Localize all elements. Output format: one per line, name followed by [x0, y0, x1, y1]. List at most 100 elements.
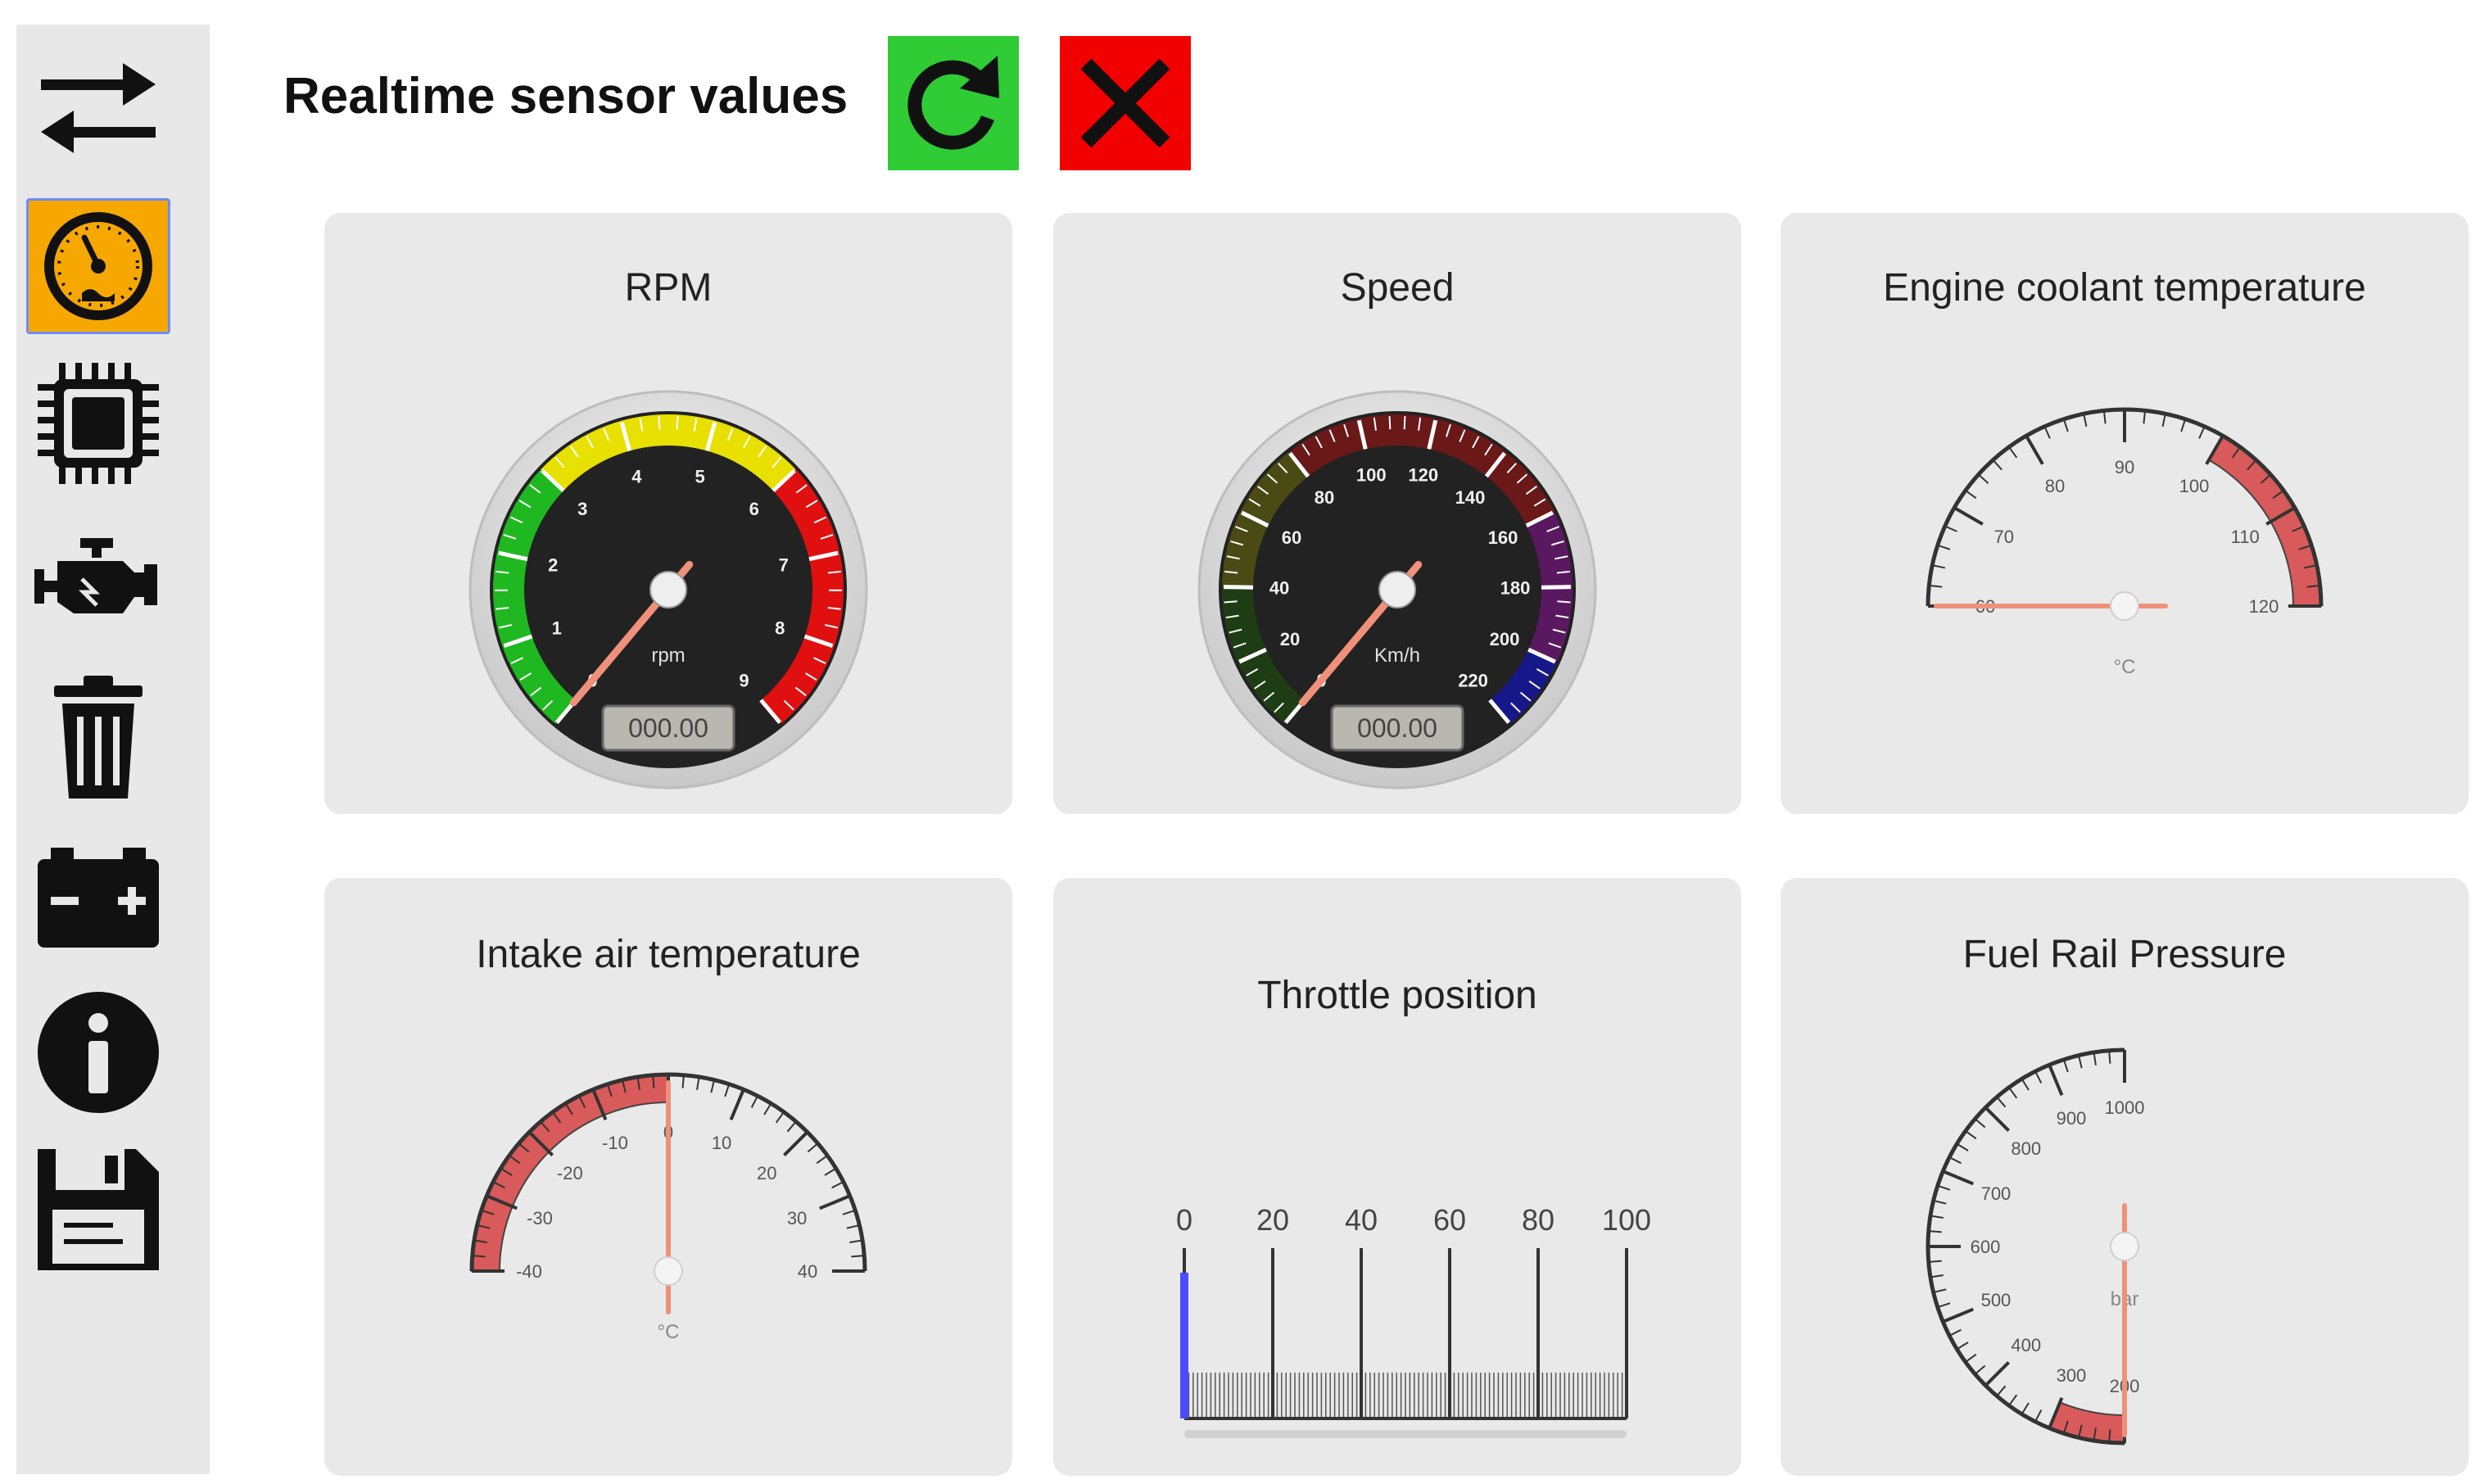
fuel-tick-label: 1000: [2105, 1097, 2145, 1118]
fuel-minor-tick: [1928, 1230, 1942, 1233]
coolant-minor-tick: [2161, 414, 2166, 428]
nav-item-transfer[interactable]: [26, 41, 170, 177]
rpm-gauge: 0123456789rpm000.00: [468, 390, 868, 790]
nav-item-dashboard[interactable]: [26, 198, 170, 334]
fuel-needle-cap: [2110, 1232, 2139, 1261]
fuel-tick-label: 500: [1981, 1290, 2012, 1310]
coolant-minor-tick: [1929, 584, 1943, 588]
coolant-major-tick: [1953, 506, 1984, 526]
rpm-tick-label: 5: [695, 466, 704, 486]
coolant-minor-tick: [2083, 414, 2088, 428]
speed-tick-label: 40: [1269, 578, 1289, 599]
coolant-minor-tick: [2180, 419, 2187, 432]
speed-minor-tick: [1388, 416, 1392, 430]
fuel-minor-tick: [2034, 1070, 2043, 1084]
coolant-minor-tick: [2062, 419, 2069, 432]
fuel-minor-tick: [1965, 1353, 1977, 1363]
fuel-minor-tick: [2093, 1052, 2097, 1065]
rpm-tick-label: 1: [552, 618, 562, 639]
fuel-tick-label: 700: [1981, 1183, 2012, 1204]
rpm-panel: RPM 0123456789rpm000.00: [324, 213, 1012, 814]
fuel-minor-tick: [1930, 1274, 1944, 1278]
refresh-button[interactable]: [888, 36, 1019, 170]
speed-major-tick: [1541, 585, 1572, 590]
coolant-needle-cap: [2110, 591, 2139, 621]
nav-item-save[interactable]: [26, 1142, 170, 1278]
speed-minor-tick: [1224, 600, 1238, 604]
rpm-needle-cap: [649, 571, 687, 609]
intake-tick-label: -30: [527, 1208, 553, 1228]
fuel-minor-tick: [1956, 1142, 1969, 1151]
coolant-tick-label: 70: [1994, 527, 2014, 547]
intake-minor-tick: [786, 1120, 797, 1133]
coolant-minor-tick: [1937, 544, 1951, 550]
sidebar: [16, 25, 210, 1474]
intake-tick-label: -20: [557, 1163, 583, 1183]
intake-tick-label: 40: [798, 1261, 817, 1282]
fuel-minor-tick: [1948, 1328, 1962, 1337]
intake-minor-tick: [807, 1142, 819, 1153]
speed-panel: Speed 020406080100120140160180200220Km/h…: [1053, 213, 1741, 814]
nav-item-battery[interactable]: [26, 827, 170, 963]
intake-minor-tick: [724, 1084, 731, 1097]
fuel-minor-tick: [1996, 1096, 2007, 1108]
fuel-minor-tick: [1937, 1184, 1951, 1191]
fuel-minor-tick: [2062, 1059, 2069, 1073]
close-icon: [1080, 58, 1170, 148]
engine-icon: [34, 538, 157, 613]
fuel-major-tick: [1984, 1361, 2010, 1387]
intake-minor-tick: [681, 1075, 685, 1088]
fuel-minor-tick: [2008, 1087, 2018, 1099]
fuel-tick-label: 600: [1971, 1237, 2001, 1257]
intake-tick-label: -10: [602, 1133, 628, 1153]
nav-item-delete[interactable]: [26, 670, 170, 806]
chip-icon: [38, 363, 159, 484]
fuel-minor-tick: [1937, 1302, 1951, 1309]
nav-item-engine[interactable]: [26, 513, 170, 649]
intake-minor-tick: [849, 1239, 863, 1243]
speed-tick-label: 20: [1280, 629, 1300, 649]
fuel-minor-tick: [1933, 1200, 1947, 1205]
coolant-major-tick: [2025, 435, 2044, 465]
transfer-icon: [41, 63, 156, 153]
coolant-tick-label: 80: [2045, 476, 2065, 496]
rpm-lcd-value: 000.00: [628, 713, 708, 743]
speed-gauge: 020406080100120140160180200220Km/h000.00: [1197, 390, 1597, 790]
fuel-minor-tick: [2108, 1050, 2111, 1064]
speed-tick-label: 180: [1500, 578, 1531, 599]
fuel-minor-tick: [1965, 1130, 1977, 1140]
coolant-minor-tick: [1944, 525, 1957, 532]
intake-major-tick: [729, 1088, 745, 1120]
coolant-minor-tick: [2008, 446, 2018, 459]
intake-tick-label: 20: [757, 1163, 776, 1183]
intake-minor-tick: [824, 1167, 837, 1176]
coolant-minor-tick: [1977, 473, 1989, 484]
fuel-rail-panel: Fuel Rail Pressure 200300400500600700800…: [1781, 878, 2469, 1476]
fuel-minor-tick: [2078, 1055, 2083, 1069]
coolant-minor-tick: [2102, 410, 2107, 424]
rpm-tick-label: 8: [775, 618, 785, 639]
nav-item-chip[interactable]: [26, 355, 170, 491]
rpm-tick-label: 9: [739, 670, 749, 690]
rpm-unit-label: rpm: [651, 645, 685, 667]
intake-minor-tick: [831, 1181, 844, 1189]
rpm-tick-label: 2: [548, 555, 558, 576]
close-button[interactable]: [1060, 36, 1191, 170]
fuel-major-tick: [1942, 1307, 1974, 1323]
intake-minor-tick: [842, 1209, 856, 1215]
fuel-minor-tick: [1996, 1385, 2007, 1397]
speed-needle-cap: [1378, 571, 1416, 609]
rpm-tick-label: 3: [577, 499, 587, 519]
fuel-minor-tick: [1930, 1215, 1944, 1219]
coolant-tick-label: 110: [2231, 527, 2260, 547]
fuel-minor-tick: [1928, 1260, 1942, 1263]
fuel-minor-tick: [2034, 1409, 2043, 1423]
rpm-minor-tick: [658, 416, 661, 430]
throttle-panel: Throttle position 0 20 40 60 80 100: [1053, 878, 1741, 1476]
throttle-tick-label: 0: [1176, 1203, 1192, 1237]
speed-tick-label: 160: [1488, 527, 1518, 548]
coolant-minor-tick: [1992, 459, 2003, 471]
intake-minor-tick: [763, 1102, 772, 1115]
save-icon: [38, 1149, 159, 1270]
nav-item-info[interactable]: [26, 984, 170, 1120]
